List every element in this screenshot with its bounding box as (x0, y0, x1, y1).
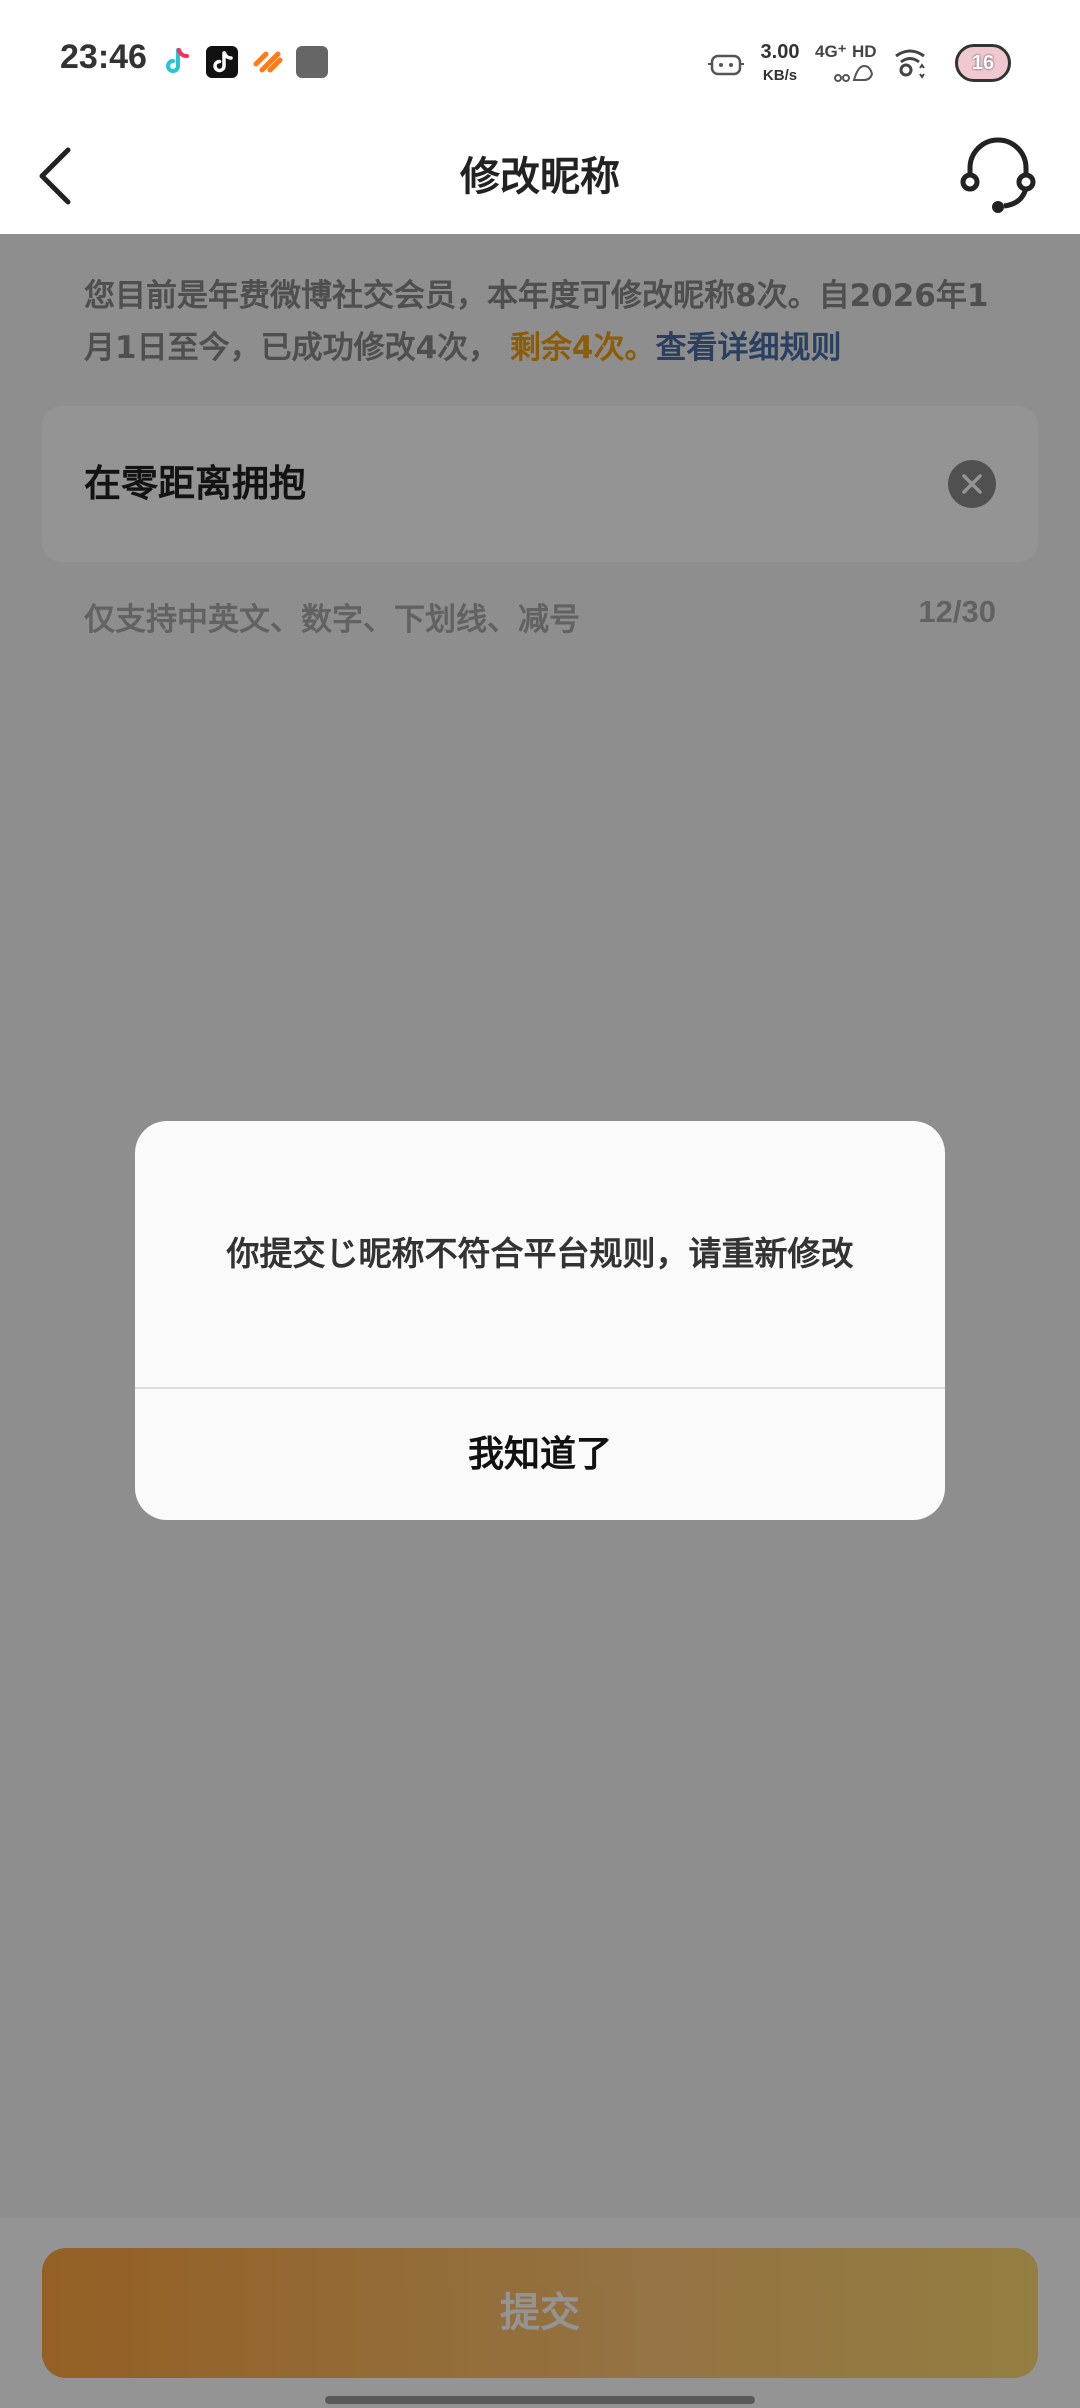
page: 23:46 3.00 KB/s 4G⁺ HD 16 修改昵称 您目前是年费微博社… (0, 0, 1080, 2408)
huoshan-icon (253, 51, 283, 73)
status-bar: 23:46 3.00 KB/s 4G⁺ HD 16 (0, 0, 1080, 120)
alert-dialog: 你提交じ昵称不符合平台规则，请重新修改 我知道了 (135, 1121, 945, 1520)
net-speed: 3.00 KB/s (755, 40, 805, 88)
net-speed-value: 3.00 (760, 41, 800, 63)
header: 修改昵称 (0, 120, 1080, 234)
dialog-message: 你提交じ昵称不符合平台规则，请重新修改 (226, 1234, 854, 1273)
tiktok-lite-icon (166, 48, 189, 73)
headset-icon[interactable] (958, 130, 1038, 220)
tiktok-icon (206, 46, 238, 78)
status-time: 23:46 (60, 38, 147, 76)
hd-label: HD (852, 42, 877, 61)
app-icon (296, 46, 328, 78)
confirm-button[interactable]: 我知道了 (135, 1389, 945, 1520)
battery-level: 16 (955, 44, 1011, 82)
cat-face-icon (708, 54, 744, 76)
net-speed-unit: KB/s (762, 67, 798, 84)
page-title: 修改昵称 (460, 154, 620, 200)
wifi-icon (895, 49, 925, 79)
signal-icon (834, 64, 874, 82)
network-type-label: 4G⁺ (815, 42, 847, 61)
